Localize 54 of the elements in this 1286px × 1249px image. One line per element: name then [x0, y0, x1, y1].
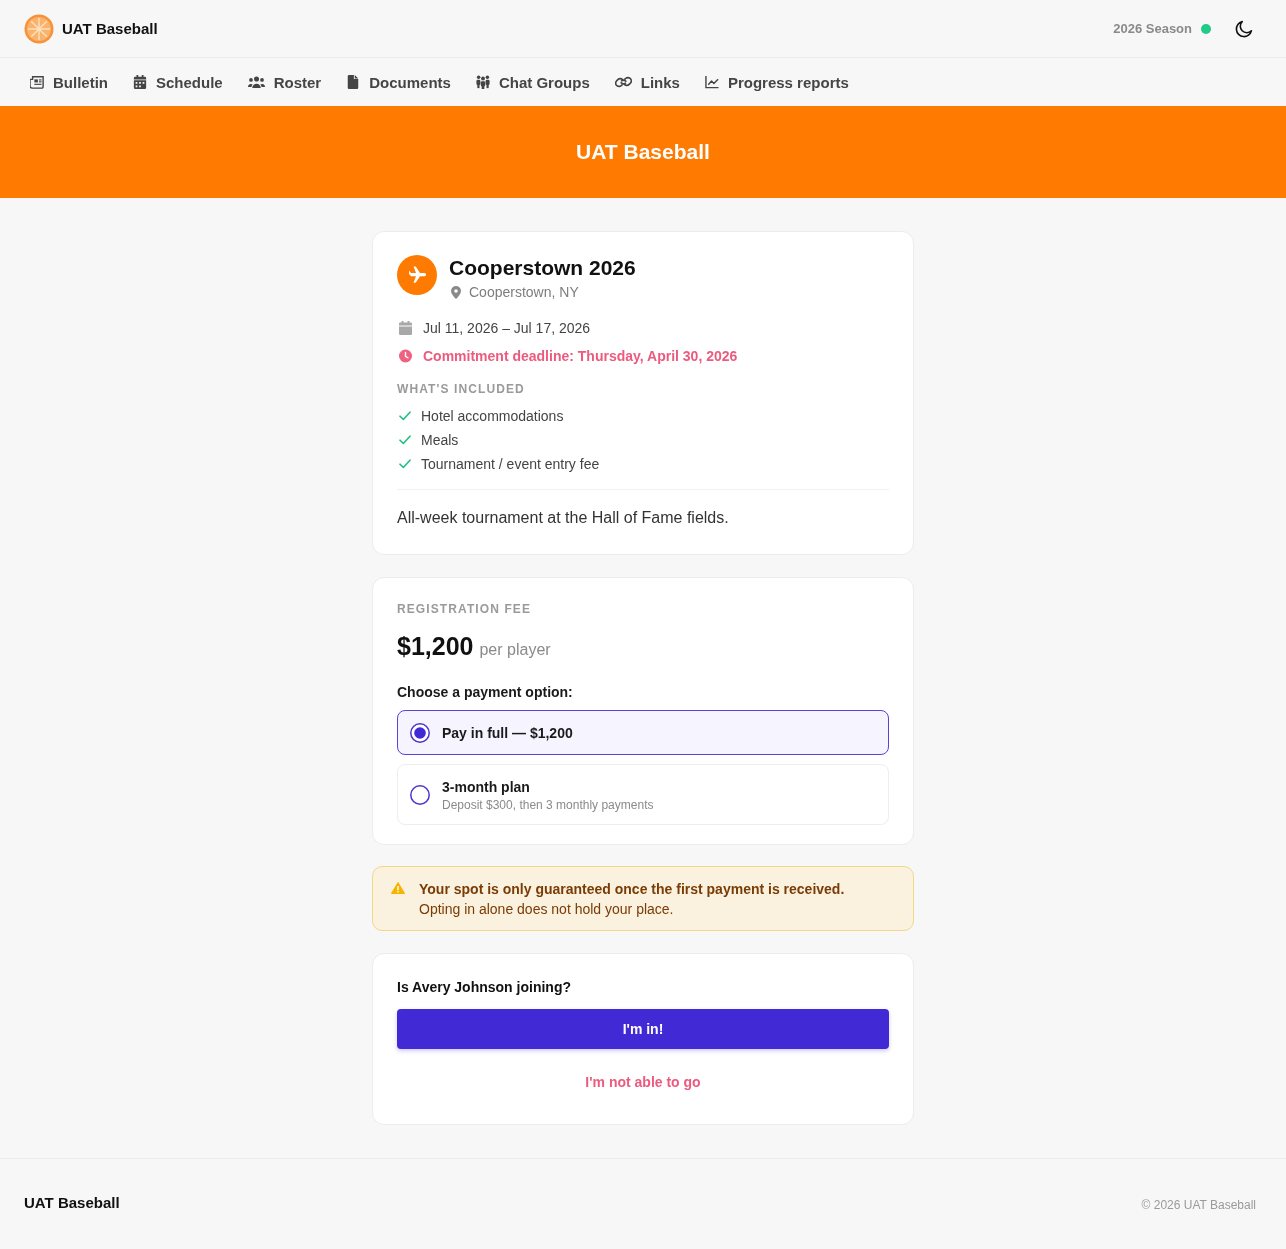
fee-unit: per player — [479, 640, 551, 660]
warning-icon — [391, 882, 405, 894]
banner-title: UAT Baseball — [576, 140, 710, 164]
event-title: Cooperstown 2026 — [449, 256, 636, 280]
checkmark-icon — [399, 459, 411, 469]
nav-link[interactable]: Links — [614, 73, 680, 91]
fee-heading: REGISTRATION FEE — [397, 601, 533, 617]
link-icon — [614, 75, 632, 89]
nav-link[interactable]: Schedule — [133, 73, 223, 91]
option-label: Pay in full — $1,200 — [442, 723, 573, 743]
option-label: 3-month plan — [442, 777, 531, 797]
notice-text: Opting in alone does not hold your place. — [419, 900, 675, 919]
nav-link[interactable]: Documents — [346, 73, 451, 91]
calendar-icon — [133, 75, 147, 89]
payment-option[interactable]: 3-month plan Deposit $300, then 3 monthly payments — [397, 764, 889, 825]
included-item: Hotel accommodations — [421, 407, 564, 426]
event-dates: Jul 11, 2026 – Jul 17, 2026 — [423, 319, 591, 338]
moon-icon[interactable] — [1235, 19, 1253, 38]
airplane-icon — [397, 255, 437, 295]
included-heading: WHAT'S INCLUDED — [397, 381, 526, 397]
commitment-deadline: Commitment deadline: Thursday, April 30, 2026 — [423, 347, 738, 366]
nav-link[interactable]: Progress reports — [704, 73, 849, 91]
clock-icon — [399, 349, 412, 363]
line-chart-icon — [704, 75, 719, 89]
season-label: 2026 Season — [1113, 21, 1192, 36]
status-dot-icon — [1201, 23, 1211, 34]
rsvp-question: Is Avery Johnson joining? — [397, 978, 572, 997]
nav-link[interactable]: Roster — [247, 73, 322, 91]
option-detail: Deposit $300, then 3 monthly payments — [442, 796, 654, 813]
notice-title: Your spot is only guaranteed once the first payment is received. — [419, 880, 845, 899]
checkmark-icon — [399, 435, 411, 445]
copyright-text: © 2026 UAT Baseball — [1141, 1197, 1256, 1212]
calendar-icon — [399, 321, 412, 335]
fee-amount: $1,200 — [397, 631, 474, 662]
checkmark-icon — [399, 411, 411, 421]
included-item: Tournament / event entry fee — [421, 455, 600, 474]
event-description: All-week tournament at the Hall of Fame fields. — [397, 508, 730, 528]
event-location: Cooperstown, NY — [469, 283, 579, 302]
nav-link[interactable]: Bulletin — [30, 73, 108, 91]
app-title: UAT Baseball — [62, 20, 158, 37]
nav-link[interactable]: Chat Groups — [475, 73, 590, 91]
citrus-slice-icon — [24, 13, 54, 44]
radio-button[interactable] — [410, 722, 430, 743]
payment-option[interactable]: Pay in full — $1,200 — [397, 710, 889, 755]
radio-button[interactable] — [410, 784, 430, 805]
footer-brand: UAT Baseball — [24, 1193, 120, 1211]
included-item: Meals — [421, 431, 459, 450]
payment-prompt: Choose a payment option: — [397, 683, 574, 702]
users-icon — [247, 75, 265, 89]
document-icon — [346, 75, 361, 89]
map-pin-icon — [451, 285, 461, 299]
join-button[interactable]: I'm in! — [397, 1009, 889, 1049]
newspaper-icon — [30, 75, 44, 89]
people-group-icon — [475, 75, 490, 89]
